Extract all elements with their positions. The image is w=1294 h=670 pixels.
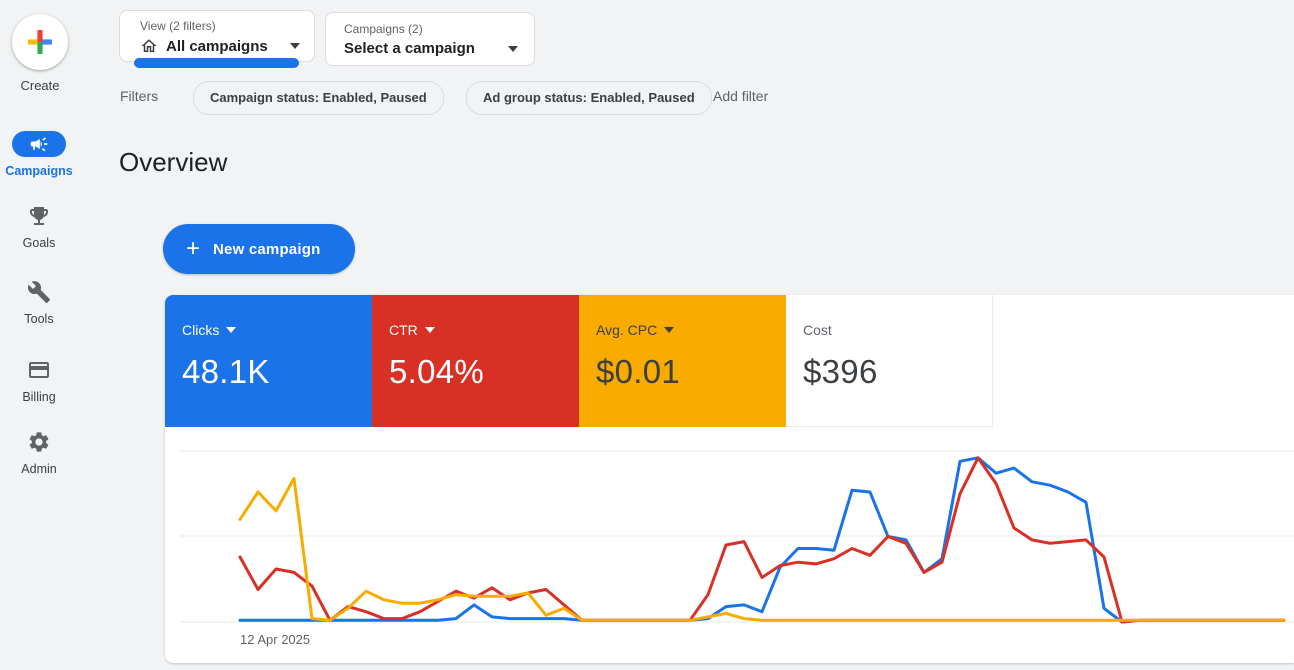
filters-label: Filters [120,88,158,104]
campaign-selector-label: Campaigns (2) [344,22,518,36]
create-button[interactable] [12,14,68,70]
chevron-down-icon[interactable] [664,327,674,333]
chart-series-clicks [240,458,1284,622]
campaign-selector[interactable]: Campaigns (2) Select a campaign [325,12,535,66]
active-view-indicator [134,58,299,68]
google-ads-app: Create Campaigns Goals Tools [0,0,1294,670]
x-axis-first-tick: 12 Apr 2025 [240,632,310,647]
chevron-down-icon[interactable] [425,327,435,333]
sidebar-item-campaigns[interactable]: Campaigns [0,131,78,178]
scorecard-value: $0.01 [596,353,786,391]
sidebar-item-billing[interactable]: Billing [0,357,78,404]
filter-chip-campaign-status[interactable]: Campaign status: Enabled, Paused [193,81,444,115]
trophy-icon [27,204,51,228]
create-label: Create [0,78,80,93]
campaigns-active-pill [12,131,66,157]
sidebar-item-label: Goals [23,236,56,250]
scorecard-clicks[interactable]: Clicks 48.1K [165,295,372,427]
overview-chart-svg [180,440,1294,648]
new-campaign-button[interactable]: + New campaign [163,224,355,274]
campaign-selector-value: Select a campaign [344,40,475,57]
credit-card-icon [27,358,51,382]
add-filter-button[interactable]: Add filter [713,88,768,104]
view-selector[interactable]: View (2 filters) All campaigns [119,10,315,62]
chevron-down-icon [508,46,518,52]
chevron-down-icon[interactable] [226,327,236,333]
gear-icon [27,430,51,454]
chart-series-avg-cpc [240,478,1284,620]
view-selector-label: View (2 filters) [140,19,300,33]
chart-series-ctr [240,458,1284,622]
sidebar-item-goals[interactable]: Goals [0,203,78,250]
chevron-down-icon [290,43,300,49]
sidebar-item-tools[interactable]: Tools [0,279,78,326]
scorecard-avg-cpc[interactable]: Avg. CPC $0.01 [579,295,786,427]
megaphone-icon [29,134,49,154]
view-selector-value: All campaigns [166,38,268,55]
page-title: Overview [119,147,227,178]
google-plus-icon [26,28,54,56]
scorecard-value: $396 [803,353,992,391]
home-icon [140,37,158,55]
scorecard-tabs: Clicks 48.1K CTR 5.04% Avg. CPC $0.01 Co… [165,295,993,427]
sidebar-item-label: Billing [22,390,55,404]
sidebar-item-label: Tools [24,312,53,326]
sidebar-item-label: Campaigns [5,164,72,178]
filter-chip-ad-group-status[interactable]: Ad group status: Enabled, Paused [466,81,712,115]
scorecard-ctr[interactable]: CTR 5.04% [372,295,579,427]
scorecard-cost[interactable]: Cost $396 [786,295,993,427]
plus-icon: + [186,237,200,261]
scorecard-value: 48.1K [182,353,372,391]
sidebar-item-label: Admin [21,462,56,476]
overview-card: Clicks 48.1K CTR 5.04% Avg. CPC $0.01 Co… [165,295,1294,663]
scorecard-value: 5.04% [389,353,579,391]
sidebar: Create Campaigns Goals Tools [0,0,96,670]
wrench-icon [27,280,51,304]
sidebar-item-admin[interactable]: Admin [0,429,78,476]
